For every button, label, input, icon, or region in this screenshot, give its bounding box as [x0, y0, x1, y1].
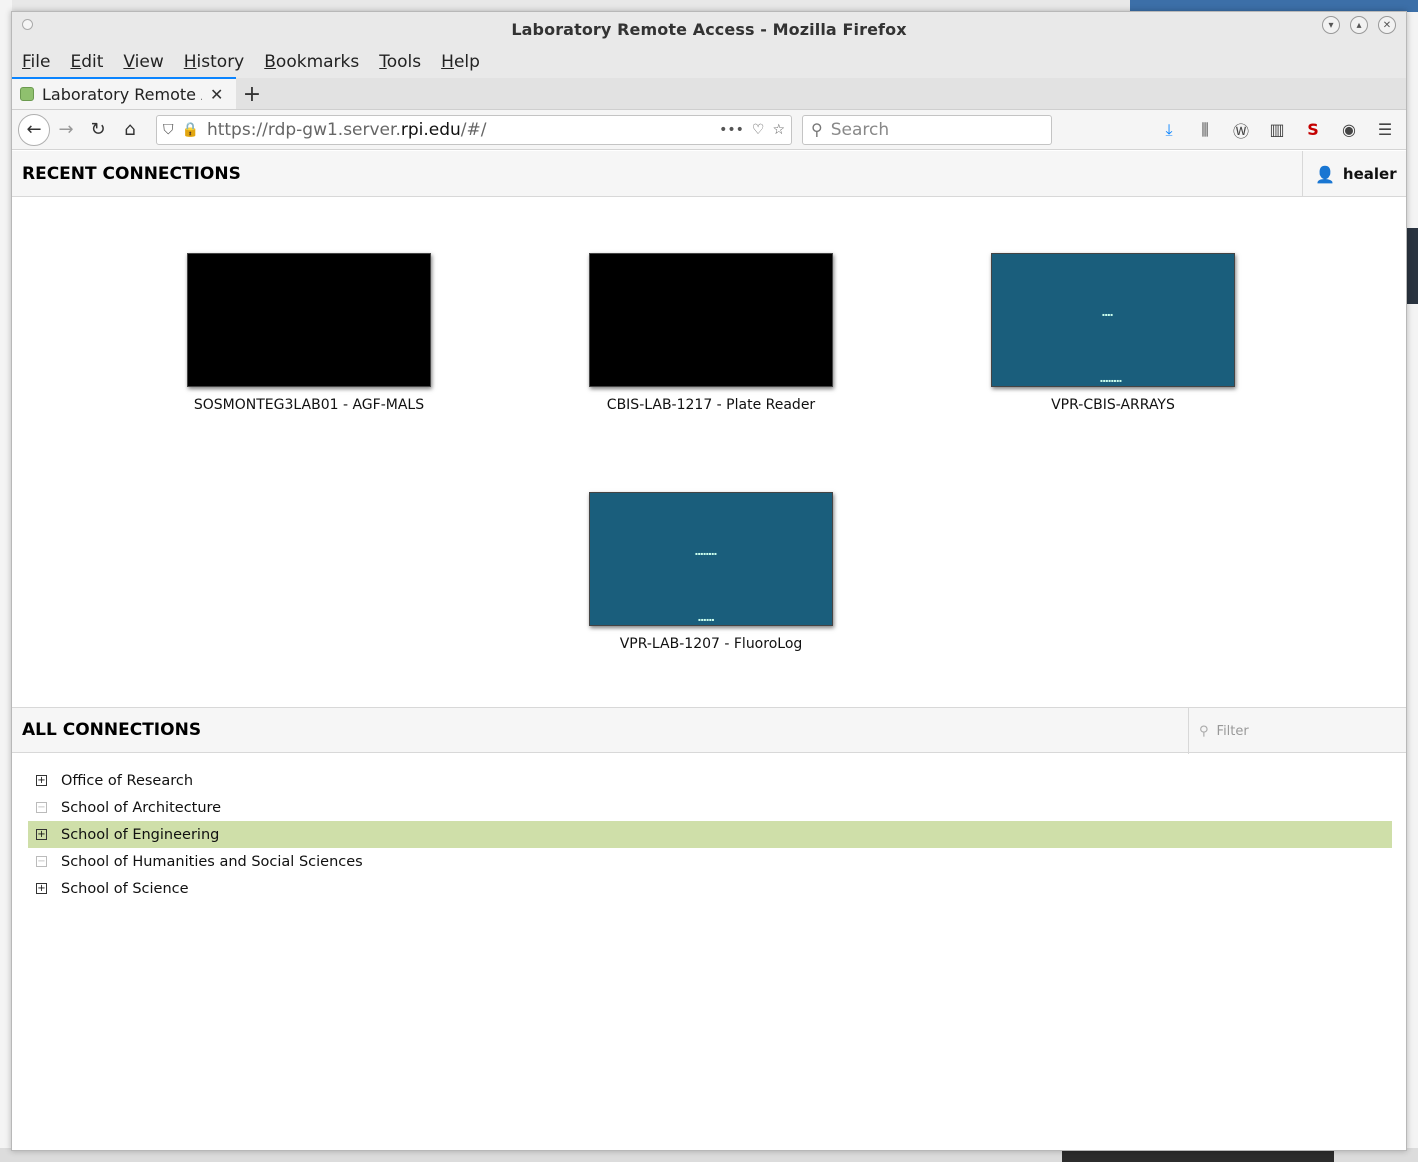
sidebar-icon[interactable]: ▥ [1266, 120, 1288, 139]
close-icon[interactable]: ✕ [1378, 16, 1396, 34]
collapse-icon[interactable]: − [36, 802, 47, 813]
filter-input[interactable]: ⚲ Filter [1188, 708, 1406, 754]
account-icon[interactable]: ◉ [1338, 120, 1360, 139]
all-connections-title: ALL CONNECTIONS [22, 720, 202, 740]
recent-connection-card[interactable]: ▪▪▪▪ ▪▪▪▪▪▪▪▪ VPR-CBIS-ARRAYS [991, 253, 1235, 413]
title-bar: Laboratory Remote Access - Mozilla Firef… [12, 12, 1406, 46]
tree-group-school-of-humanities[interactable]: − School of Humanities and Social Scienc… [28, 848, 1392, 875]
browser-window: Laboratory Remote Access - Mozilla Firef… [11, 11, 1407, 1151]
connection-preview[interactable] [589, 253, 833, 387]
new-tab-plus-icon[interactable]: + [236, 79, 268, 109]
tab-laboratory-remote-access[interactable]: Laboratory Remote Access ✕ [12, 77, 236, 109]
window-title: Laboratory Remote Access - Mozilla Firef… [511, 19, 907, 39]
downloads-icon[interactable]: ⤓ [1158, 120, 1180, 140]
url-bar[interactable]: ⛉ 🔒 https://rdp-gw1.server.rpi.edu/#/ ••… [156, 114, 792, 145]
forward-arrow-icon[interactable]: → [50, 114, 82, 146]
tab-bar: Laboratory Remote Access ✕ + [12, 77, 1406, 110]
desktop-right-edge [1406, 0, 1418, 1162]
user-icon: 👤 [1315, 164, 1335, 184]
user-menu[interactable]: 👤 healer ▼ [1302, 151, 1406, 197]
connection-preview[interactable] [187, 253, 431, 387]
menu-tools[interactable]: Tools [379, 52, 421, 72]
menu-view[interactable]: View [123, 52, 163, 72]
home-icon[interactable]: ⌂ [114, 114, 146, 146]
recent-connection-card[interactable]: SOSMONTEG3LAB01 - AGF-MALS [187, 253, 431, 413]
menu-bar: File Edit View History Bookmarks Tools H… [12, 46, 1406, 78]
group-name[interactable]: Office of Research [61, 773, 193, 789]
hamburger-menu-icon[interactable]: ☰ [1374, 120, 1396, 139]
minimize-icon[interactable]: ▾ [1322, 16, 1340, 34]
connection-label: VPR-LAB-1207 - FluoroLog [619, 636, 803, 652]
back-arrow-icon[interactable]: ← [18, 113, 50, 146]
recent-connection-card[interactable]: CBIS-LAB-1217 - Plate Reader [589, 253, 833, 413]
tab-close-icon[interactable]: ✕ [210, 85, 223, 104]
recent-connection-card[interactable]: ▪▪▪▪▪▪▪▪ ▪▪▪▪▪▪ VPR-LAB-1207 - FluoroLog [589, 492, 833, 652]
connection-label: VPR-CBIS-ARRAYS [1051, 397, 1175, 413]
library-icon[interactable]: ⫼ [1194, 120, 1216, 140]
collapse-icon[interactable]: − [36, 856, 47, 867]
connection-preview[interactable]: ▪▪▪▪ ▪▪▪▪▪▪▪▪ [991, 253, 1235, 387]
page-content: RECENT CONNECTIONS 👤 healer ▼ SOSMONTEG3… [12, 151, 1406, 1150]
filter-placeholder: Filter [1216, 723, 1249, 739]
group-name[interactable]: School of Architecture [61, 800, 221, 816]
window-controls: ▾ ▴ ✕ [1322, 16, 1396, 34]
navigation-toolbar: ← → ↻ ⌂ ⛉ 🔒 https://rdp-gw1.server.rpi.e… [12, 110, 1406, 150]
url-text[interactable]: https://rdp-gw1.server.rpi.edu/#/ [207, 120, 711, 140]
tree-group-school-of-engineering[interactable]: + School of Engineering [28, 821, 1392, 848]
recent-connections-title: RECENT CONNECTIONS [22, 163, 241, 184]
search-icon: ⚲ [1199, 723, 1209, 739]
menu-file[interactable]: File [22, 52, 50, 72]
expand-icon[interactable]: + [36, 829, 47, 840]
shield-icon[interactable]: ⛉ [163, 122, 174, 138]
extension-s-icon[interactable]: S [1302, 120, 1324, 139]
maximize-icon[interactable]: ▴ [1350, 16, 1368, 34]
search-placeholder: Search [830, 119, 890, 140]
extension-w-icon[interactable]: Ⓦ [1230, 118, 1252, 142]
page-actions-icon[interactable]: ••• [719, 122, 744, 138]
tree-group-school-of-science[interactable]: + School of Science [28, 875, 1392, 902]
expand-icon[interactable]: + [36, 775, 47, 786]
group-name[interactable]: School of Engineering [61, 827, 219, 843]
search-icon: ⚲ [811, 120, 823, 139]
menu-history[interactable]: History [184, 52, 245, 72]
group-name[interactable]: School of Science [61, 881, 189, 897]
lock-icon[interactable]: 🔒 [182, 122, 199, 138]
connection-label: SOSMONTEG3LAB01 - AGF-MALS [193, 397, 425, 413]
recent-connections-grid: SOSMONTEG3LAB01 - AGF-MALS CBIS-LAB-1217… [12, 197, 1406, 707]
menu-help[interactable]: Help [441, 52, 480, 72]
username: healer [1342, 165, 1397, 183]
connection-label: CBIS-LAB-1217 - Plate Reader [606, 397, 816, 413]
bookmark-star-icon[interactable]: ☆ [772, 122, 785, 138]
connection-preview[interactable]: ▪▪▪▪▪▪▪▪ ▪▪▪▪▪▪ [589, 492, 833, 626]
pocket-icon[interactable]: ♡ [752, 122, 765, 138]
tab-title: Laboratory Remote Access [42, 84, 202, 104]
tree-group-school-of-architecture[interactable]: − School of Architecture [28, 794, 1392, 821]
all-connections-header: ALL CONNECTIONS ⚲ Filter [12, 707, 1406, 754]
window-menu-icon[interactable] [22, 19, 33, 30]
toolbar-icons: ⤓ ⫼ Ⓦ ▥ S ◉ ☰ [1158, 118, 1400, 142]
recent-connections-header: RECENT CONNECTIONS 👤 healer ▼ [12, 151, 1406, 197]
tree-group-office-of-research[interactable]: + Office of Research [28, 767, 1392, 794]
menu-bookmarks[interactable]: Bookmarks [264, 52, 359, 72]
search-bar[interactable]: ⚲ Search [802, 114, 1052, 145]
connection-tree: + Office of Research − School of Archite… [12, 753, 1406, 916]
group-name[interactable]: School of Humanities and Social Sciences [61, 854, 363, 870]
expand-icon[interactable]: + [36, 883, 47, 894]
reload-icon[interactable]: ↻ [82, 114, 114, 146]
site-favicon-icon [20, 87, 34, 101]
menu-edit[interactable]: Edit [70, 52, 103, 72]
